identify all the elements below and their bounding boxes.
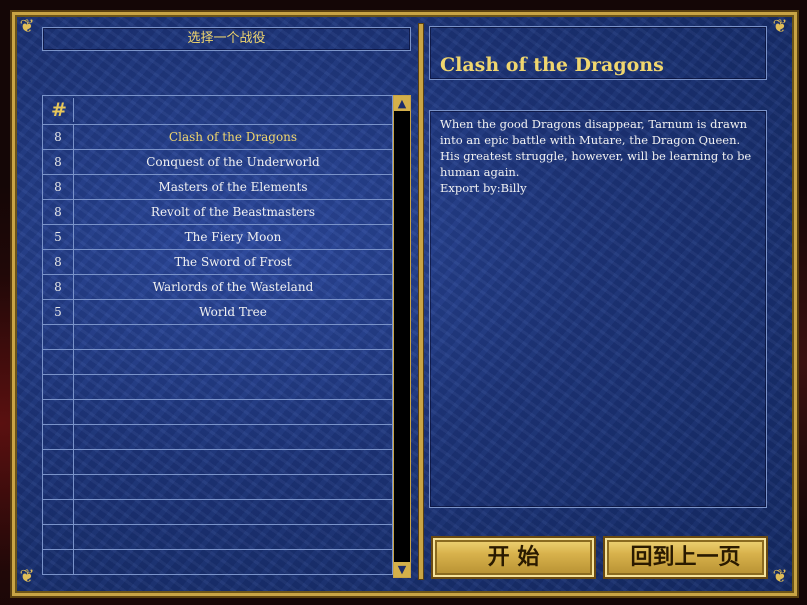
campaign-size bbox=[43, 400, 74, 424]
corner-ornament-icon: ❦ bbox=[19, 566, 35, 587]
campaign-list: # 8 Clash of the Dragons 8 Conquest of the … bbox=[42, 95, 393, 575]
campaign-size: 8 bbox=[43, 150, 74, 174]
campaign-name bbox=[74, 450, 392, 474]
list-item[interactable]: 8 Warlords of the Wasteland bbox=[42, 275, 393, 300]
campaign-size bbox=[43, 325, 74, 349]
scrollbar[interactable]: ▲ ▼ bbox=[393, 95, 411, 578]
campaign-name: World Tree bbox=[199, 305, 267, 319]
campaign-name bbox=[74, 400, 392, 424]
campaign-size: 8 bbox=[43, 275, 74, 299]
corner-ornament-icon: ❦ bbox=[772, 566, 788, 587]
description-line: into an epic battle with Mutare, the Dra… bbox=[440, 133, 741, 147]
list-item[interactable]: 8 Conquest of the Underworld bbox=[42, 150, 393, 175]
campaign-size: 8 bbox=[43, 200, 74, 224]
campaign-size bbox=[43, 475, 74, 499]
campaign-size bbox=[43, 350, 74, 374]
list-item[interactable]: 8 Revolt of the Beastmasters bbox=[42, 200, 393, 225]
list-item[interactable] bbox=[42, 475, 393, 500]
campaign-size bbox=[43, 525, 74, 549]
list-item[interactable] bbox=[42, 450, 393, 475]
list-item[interactable]: 8 The Sword of Frost bbox=[42, 250, 393, 275]
list-item[interactable] bbox=[42, 325, 393, 350]
campaign-name bbox=[74, 350, 392, 374]
campaign-name: The Fiery Moon bbox=[184, 230, 282, 244]
campaign-description: When the good Dragons disappear, Tarnum … bbox=[440, 116, 756, 196]
details-title-box: Clash of the Dragons bbox=[429, 26, 767, 80]
campaign-name: The Sword of Frost bbox=[174, 255, 292, 269]
campaign-name bbox=[74, 475, 392, 499]
campaign-name: Revolt of the Beastmasters bbox=[150, 205, 316, 219]
list-header: # bbox=[42, 95, 393, 125]
campaign-name bbox=[74, 525, 392, 549]
scroll-down-icon[interactable]: ▼ bbox=[394, 562, 410, 577]
start-button[interactable]: 开 始 bbox=[431, 536, 596, 579]
description-line: His greatest struggle, however, will be … bbox=[440, 149, 752, 163]
back-button[interactable]: 回到上一页 bbox=[603, 536, 768, 579]
list-item[interactable] bbox=[42, 500, 393, 525]
campaign-name bbox=[74, 425, 392, 449]
list-item[interactable] bbox=[42, 400, 393, 425]
campaign-size bbox=[43, 550, 74, 574]
campaign-name: Warlords of the Wasteland bbox=[152, 280, 314, 294]
list-item[interactable] bbox=[42, 525, 393, 550]
details-description-box: When the good Dragons disappear, Tarnum … bbox=[429, 110, 767, 508]
campaign-name bbox=[74, 375, 392, 399]
campaign-name: Clash of the Dragons bbox=[168, 130, 298, 144]
description-line: human again. bbox=[440, 165, 520, 179]
campaign-size bbox=[43, 450, 74, 474]
campaign-size bbox=[43, 425, 74, 449]
list-item[interactable] bbox=[42, 375, 393, 400]
corner-ornament-icon: ❦ bbox=[19, 16, 35, 37]
list-item[interactable]: 8 Masters of the Elements bbox=[42, 175, 393, 200]
hash-icon[interactable]: # bbox=[45, 98, 74, 122]
campaign-title: Clash of the Dragons bbox=[440, 54, 664, 76]
list-item[interactable] bbox=[42, 550, 393, 575]
campaign-name bbox=[74, 325, 392, 349]
page-title: 选择一个战役 bbox=[42, 27, 411, 51]
list-item[interactable]: 5 World Tree bbox=[42, 300, 393, 325]
campaign-size: 8 bbox=[43, 250, 74, 274]
campaign-size: 8 bbox=[43, 175, 74, 199]
list-item[interactable]: 8 Clash of the Dragons bbox=[42, 125, 393, 150]
corner-ornament-icon: ❦ bbox=[772, 16, 788, 37]
campaign-size bbox=[43, 500, 74, 524]
list-item[interactable] bbox=[42, 425, 393, 450]
campaign-size bbox=[43, 375, 74, 399]
campaign-name: Masters of the Elements bbox=[158, 180, 308, 194]
campaign-size: 8 bbox=[43, 125, 74, 149]
description-line: Export by:Billy bbox=[440, 181, 527, 195]
list-item[interactable] bbox=[42, 350, 393, 375]
campaign-name bbox=[74, 500, 392, 524]
description-line: When the good Dragons disappear, Tarnum … bbox=[440, 117, 748, 131]
campaign-size: 5 bbox=[43, 225, 74, 249]
campaign-name: Conquest of the Underworld bbox=[146, 155, 320, 169]
campaign-name bbox=[74, 550, 392, 574]
list-item[interactable]: 5 The Fiery Moon bbox=[42, 225, 393, 250]
campaign-size: 5 bbox=[43, 300, 74, 324]
panel-divider bbox=[419, 24, 423, 579]
scroll-up-icon[interactable]: ▲ bbox=[394, 96, 410, 111]
